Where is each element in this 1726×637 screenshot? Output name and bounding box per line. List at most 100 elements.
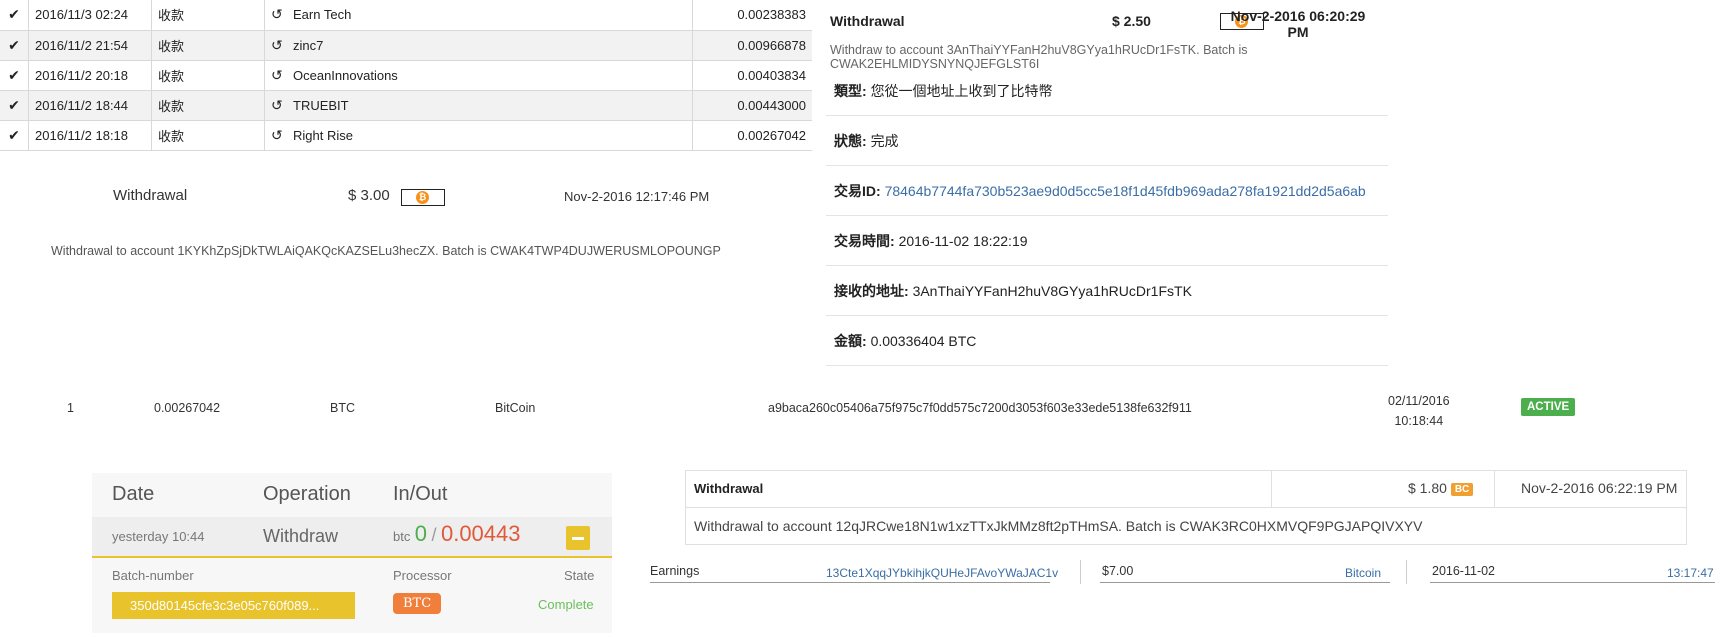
earnings-amount: $7.00: [1102, 564, 1134, 578]
detail-label: 交易時間:: [834, 233, 895, 249]
divider: [1080, 560, 1081, 584]
row-date: 02/11/2016: [1388, 394, 1450, 408]
header-operation: Operation: [263, 483, 351, 505]
tx-amount: 0.00238383: [737, 7, 806, 23]
detail-value: 3AnThaiYYFanH2huV8GYya1hRUcDr1FsTK: [912, 283, 1192, 299]
processor-label: Processor: [393, 568, 452, 583]
tx-name: ↺ Earn Tech: [264, 0, 693, 30]
operation-row[interactable]: yesterday 10:44 Withdraw btc 0 / 0.00443: [92, 517, 612, 558]
earnings-time: 13:17:47: [1667, 566, 1714, 580]
check-icon: ✔: [0, 0, 29, 30]
tx-name-text: Right Rise: [293, 127, 353, 143]
detail-value[interactable]: 78464b7744fa730b523ae9d0d5cc5e18f1d45fdb…: [885, 183, 1366, 199]
row-amount: 0.00267042: [154, 401, 221, 415]
tx-date: 2016/11/2 18:18: [28, 120, 152, 150]
check-icon: ✔: [0, 30, 29, 60]
collapse-icon[interactable]: [566, 526, 590, 550]
withdrawal-amount-wrap: $ 1.80 BC: [1408, 480, 1474, 496]
tx-name-text: TRUEBIT: [293, 97, 349, 113]
table-row[interactable]: ✔ 2016/11/2 18:44 收款 ↺ TRUEBIT 0.00443000: [0, 90, 812, 120]
row-index: 1: [67, 401, 74, 415]
row-currency: BTC: [330, 401, 355, 415]
earnings-address[interactable]: 13Cte1XqqJYbkihjkQUHeJFAvoYWaJAC1v: [826, 566, 1058, 580]
detail-label: 交易ID:: [834, 183, 881, 199]
withdrawal-amount: $ 1.80: [1408, 480, 1447, 496]
tx-name-text: OceanInnovations: [293, 67, 398, 83]
tx-type: 收款: [151, 0, 265, 30]
operation-date: yesterday 10:44: [112, 529, 205, 544]
tx-date: 2016/11/2 21:54: [28, 30, 152, 60]
withdrawal-card: Withdrawal $ 1.80 BC Nov-2-2016 06:22:19…: [685, 470, 1687, 545]
underline: [650, 582, 1050, 583]
detail-row: 接收的地址: 3AnThaiYYFanH2huV8GYya1hRUcDr1FsT…: [826, 265, 1388, 316]
state-value: Complete: [538, 597, 594, 612]
state-label: State: [564, 568, 595, 583]
bitcoin-icon: ₿: [401, 189, 445, 207]
table-row[interactable]: ✔ 2016/11/2 21:54 收款 ↺ zinc7 0.00966878: [0, 30, 812, 60]
out-value: 0.00443: [440, 521, 521, 546]
tx-type: 收款: [151, 30, 265, 60]
detail-label: 接收的地址:: [834, 283, 909, 299]
earnings-date: 2016-11-02: [1432, 564, 1496, 578]
in-out-separator: /: [431, 525, 437, 545]
detail-label: 金額:: [834, 333, 867, 349]
detail-row: 交易ID: 78464b7744fa730b523ae9d0d5cc5e18f1…: [826, 165, 1388, 216]
detail-label: 類型:: [834, 83, 867, 99]
withdrawal-title: Withdrawal: [830, 13, 905, 29]
currency-label: btc: [393, 529, 411, 544]
table-row[interactable]: ✔ 2016/11/2 18:18 收款 ↺ Right Rise 0.00267042: [0, 120, 812, 150]
underline: [1430, 582, 1715, 583]
batch-number[interactable]: 350d80145cfe3c3e05c760f089...: [112, 592, 355, 619]
date-line: PM: [1287, 24, 1309, 40]
earnings-currency[interactable]: Bitcoin: [1345, 566, 1381, 580]
check-icon: ✔: [0, 60, 29, 90]
tx-name: ↺ zinc7: [264, 30, 693, 60]
withdrawal-amount: $ 3.00: [348, 187, 390, 204]
withdrawal-date: Nov-2-2016 06:22:19 PM: [1521, 480, 1678, 496]
tx-name: ↺ Right Rise: [264, 120, 693, 150]
tx-name: ↺ OceanInnovations: [264, 60, 693, 90]
tx-type: 收款: [151, 90, 265, 120]
withdrawal-title: Withdrawal: [113, 187, 188, 204]
table-row[interactable]: ✔ 2016/11/2 20:18 收款 ↺ OceanInnovations 0.004…: [0, 60, 812, 90]
description-line: Withdraw to account 3AnThaiYYFanH2huV8GY…: [830, 43, 1248, 57]
tx-date: 2016/11/2 20:18: [28, 60, 152, 90]
detail-row: 類型: 您從一個地址上收到了比特幣: [826, 65, 1388, 116]
operation-type: Withdraw: [263, 526, 339, 546]
table-row[interactable]: ✔ 2016/11/3 02:24 收款 ↺ Earn Tech 0.00238383: [0, 0, 812, 30]
row-coin-name: BitCoin: [495, 401, 536, 415]
in-value: 0: [414, 521, 428, 546]
withdrawal-date: Nov-2-2016 06:20:29 PM: [1218, 8, 1378, 40]
tx-name-text: zinc7: [293, 37, 324, 53]
batch-label: Batch-number: [112, 568, 194, 583]
transaction-table: ✔ 2016/11/3 02:24 收款 ↺ Earn Tech 0.00238383 ✔ 2…: [0, 0, 812, 151]
processor-badge: BTC: [393, 593, 442, 614]
divider: [1406, 560, 1407, 584]
undo-icon: ↺: [271, 36, 283, 53]
withdrawal-description: Withdrawal to account 1KYKhZpSjDkTWLAiQA…: [51, 244, 721, 258]
undo-icon: ↺: [271, 6, 283, 23]
undo-icon: ↺: [271, 66, 283, 83]
header-in-out: In/Out: [393, 483, 448, 505]
tx-amount: 0.00403834: [737, 67, 806, 83]
date-line: Nov-2-2016 06:20:29: [1230, 8, 1366, 24]
detail-value: 完成: [870, 133, 899, 149]
tx-amount: 0.00966878: [737, 37, 806, 53]
detail-row: 狀態: 完成: [826, 115, 1388, 166]
undo-icon: ↺: [271, 96, 283, 113]
bitcoin-cash-badge: BC: [1450, 482, 1474, 496]
tx-date: 2016/11/2 18:44: [28, 90, 152, 120]
detail-value: 您從一個地址上收到了比特幣: [870, 83, 1053, 99]
check-icon: ✔: [0, 120, 29, 150]
check-icon: ✔: [0, 90, 29, 120]
withdrawal-description: Withdrawal to account 12qJRCwe18N1w1xzTT…: [694, 518, 1423, 534]
earnings-label: Earnings: [650, 564, 700, 578]
header-date: Date: [112, 483, 155, 505]
withdrawal-date: Nov-2-2016 12:17:46 PM: [564, 189, 710, 204]
detail-row: 交易時間: 2016-11-02 18:22:19: [826, 215, 1388, 266]
tx-date: 2016/11/3 02:24: [28, 0, 152, 30]
divider: [1271, 471, 1272, 507]
tx-type: 收款: [151, 60, 265, 90]
withdrawal-amount: $ 2.50: [1112, 13, 1151, 29]
withdrawal-title: Withdrawal: [694, 481, 764, 496]
